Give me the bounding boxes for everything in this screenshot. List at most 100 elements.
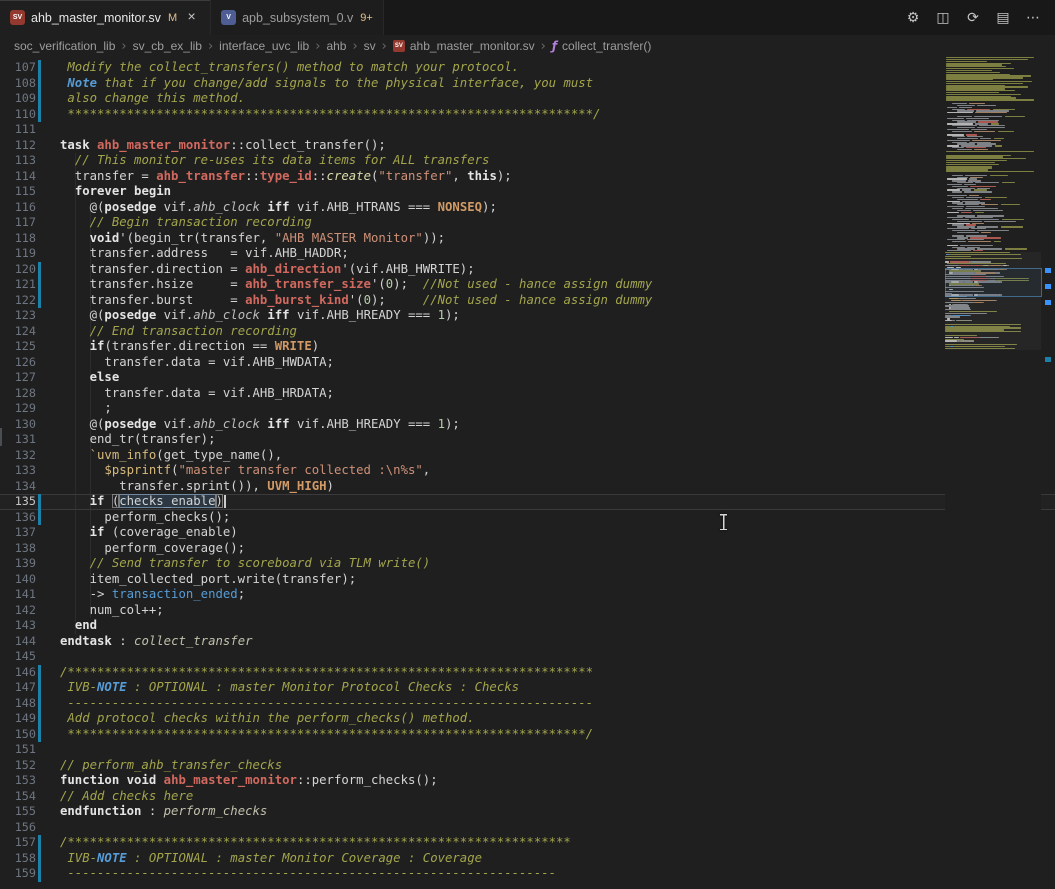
code-text[interactable]: @(posedge vif.ahb_clock iff vif.AHB_HREA… (42, 417, 460, 433)
code-token[interactable] (60, 556, 90, 570)
minimap-content[interactable] (945, 57, 1041, 889)
code-token[interactable]: transfer.direction = (60, 262, 245, 276)
code-token[interactable]: //Not used - hance assign dummy (423, 293, 653, 307)
code-text[interactable]: -> transaction_ended; (42, 587, 245, 603)
code-token[interactable]: WRITE (275, 339, 312, 353)
code-text[interactable]: /***************************************… (42, 835, 571, 851)
code-token[interactable] (60, 448, 90, 462)
code-token[interactable]: begin (134, 184, 171, 198)
code-token[interactable]: "AHB MASTER Monitor" (275, 231, 423, 245)
code-line[interactable]: 144endtask : collect_transfer (0, 634, 1055, 650)
code-text[interactable]: $psprintf("master transfer collected :\n… (42, 463, 430, 479)
code-line[interactable]: 111 (0, 122, 1055, 138)
code-token[interactable]: posedge (104, 308, 156, 322)
split-editor-icon[interactable]: ◫ (931, 6, 955, 30)
code-token[interactable]: ) (216, 494, 223, 508)
code-text[interactable]: ; (42, 401, 112, 417)
code-token[interactable]: '(vif.AHB_HWRITE); (341, 262, 474, 276)
code-line[interactable]: 131 end_tr(transfer); (0, 432, 1055, 448)
code-token[interactable] (60, 370, 90, 384)
code-text[interactable]: @(posedge vif.ahb_clock iff vif.AHB_HREA… (42, 308, 460, 324)
code-token[interactable]: create (327, 169, 371, 183)
code-text[interactable]: IVB-NOTE : OPTIONAL : master Monitor Pro… (42, 680, 519, 696)
code-token[interactable]: transfer = (60, 169, 156, 183)
code-token[interactable] (60, 153, 75, 167)
code-text[interactable]: transfer.direction = ahb_direction'(vif.… (42, 262, 475, 278)
code-text[interactable]: // This monitor re-uses its data items f… (42, 153, 489, 169)
code-token[interactable]: 1 (438, 308, 445, 322)
code-text[interactable]: if (coverage_enable) (42, 525, 238, 541)
code-text[interactable]: void'(begin_tr(transfer, "AHB MASTER Mon… (42, 231, 445, 247)
code-token[interactable]: perform_checks(); (60, 510, 230, 524)
code-text[interactable]: @(posedge vif.ahb_clock iff vif.AHB_HTRA… (42, 200, 497, 216)
code-token[interactable]: iff (267, 417, 289, 431)
code-token[interactable]: :: (245, 169, 260, 183)
code-token[interactable]: "transfer" (378, 169, 452, 183)
code-line[interactable]: 112task ahb_master_monitor::collect_tran… (0, 138, 1055, 154)
code-token[interactable]: Modify the collect_transfers() method to… (60, 60, 519, 74)
code-token[interactable]: ); (445, 417, 460, 431)
code-token[interactable]: transfer.hsize = (60, 277, 245, 291)
code-token[interactable]: ahb_master_monitor (164, 773, 297, 787)
code-line[interactable]: 158 IVB-NOTE : OPTIONAL : master Monitor… (0, 851, 1055, 867)
code-line[interactable]: 147 IVB-NOTE : OPTIONAL : master Monitor… (0, 680, 1055, 696)
code-token[interactable]: endfunction (60, 804, 141, 818)
code-text[interactable]: transfer.address = vif.AHB_HADDR; (42, 246, 349, 262)
code-token[interactable]: forever (75, 184, 127, 198)
code-line[interactable]: 132 `uvm_info(get_type_name(), (0, 448, 1055, 464)
code-text[interactable]: ****************************************… (42, 107, 600, 123)
code-line[interactable]: 136 perform_checks(); (0, 510, 1055, 526)
code-token[interactable]: ahb_burst_kind (245, 293, 349, 307)
code-line[interactable]: 129 ; (0, 401, 1055, 417)
code-token[interactable]: '( (349, 293, 364, 307)
code-line[interactable]: 151 (0, 742, 1055, 758)
code-text[interactable] (42, 649, 60, 665)
code-token[interactable] (60, 494, 90, 508)
code-text[interactable]: /***************************************… (42, 665, 593, 681)
code-token[interactable]: // Send transfer to scoreboard via TLM w… (90, 556, 431, 570)
code-token[interactable]: ahb_master_monitor (97, 138, 230, 152)
code-text[interactable]: function void ahb_master_monitor::perfor… (42, 773, 438, 789)
code-token[interactable]: this (467, 169, 497, 183)
code-token[interactable]: iff (267, 308, 289, 322)
code-line[interactable]: 146/************************************… (0, 665, 1055, 681)
code-text[interactable]: endfunction : perform_checks (42, 804, 267, 820)
code-token[interactable] (60, 618, 75, 632)
code-token[interactable]: perform_checks (164, 804, 268, 818)
code-text[interactable]: perform_checks(); (42, 510, 230, 526)
close-icon[interactable]: × (183, 9, 200, 26)
code-line[interactable]: 116 @(posedge vif.ahb_clock iff vif.AHB_… (0, 200, 1055, 216)
code-token[interactable]: @( (60, 417, 104, 431)
code-text[interactable]: IVB-NOTE : OPTIONAL : master Monitor Cov… (42, 851, 482, 867)
code-token[interactable]: , (423, 463, 430, 477)
code-line[interactable]: 145 (0, 649, 1055, 665)
code-token[interactable]: ); (482, 200, 497, 214)
code-token[interactable]: //Not used - hance assign dummy (423, 277, 653, 291)
code-token[interactable]: type_id (260, 169, 312, 183)
code-token[interactable] (60, 339, 90, 353)
breadcrumb-item-interface-uvc-lib[interactable]: interface_uvc_lib (219, 39, 309, 53)
code-token[interactable]: :: (230, 138, 245, 152)
code-text[interactable]: Modify the collect_transfers() method to… (42, 60, 519, 76)
code-token[interactable]: NOTE (97, 680, 127, 694)
code-token[interactable]: end_tr(transfer); (60, 432, 215, 446)
code-token[interactable]: also change this method. (60, 91, 245, 105)
code-text[interactable] (42, 122, 60, 138)
code-line[interactable]: 118 void'(begin_tr(transfer, "AHB MASTER… (0, 231, 1055, 247)
code-token[interactable]: // End transaction recording (90, 324, 297, 338)
code-token[interactable]: ----------------------------------------… (60, 696, 593, 710)
code-line[interactable]: 121 transfer.hsize = ahb_transfer_size'(… (0, 277, 1055, 293)
code-token[interactable]: endtask (60, 634, 112, 648)
code-text[interactable]: // Begin transaction recording (42, 215, 312, 231)
code-token[interactable]: ahb_clock (193, 200, 260, 214)
code-token[interactable] (60, 525, 90, 539)
code-token[interactable]: // Begin transaction recording (90, 215, 312, 229)
code-token[interactable]: ahb_clock (193, 308, 260, 322)
minimap[interactable] (945, 57, 1041, 889)
code-line[interactable]: 139 // Send transfer to scoreboard via T… (0, 556, 1055, 572)
code-text[interactable]: ****************************************… (42, 727, 593, 743)
code-token[interactable]: "master transfer collected :\n%s" (178, 463, 422, 477)
customize-layout-icon[interactable]: ▤ (991, 6, 1015, 30)
code-token[interactable]: /***************************************… (60, 835, 571, 849)
code-token[interactable]: posedge (104, 200, 156, 214)
